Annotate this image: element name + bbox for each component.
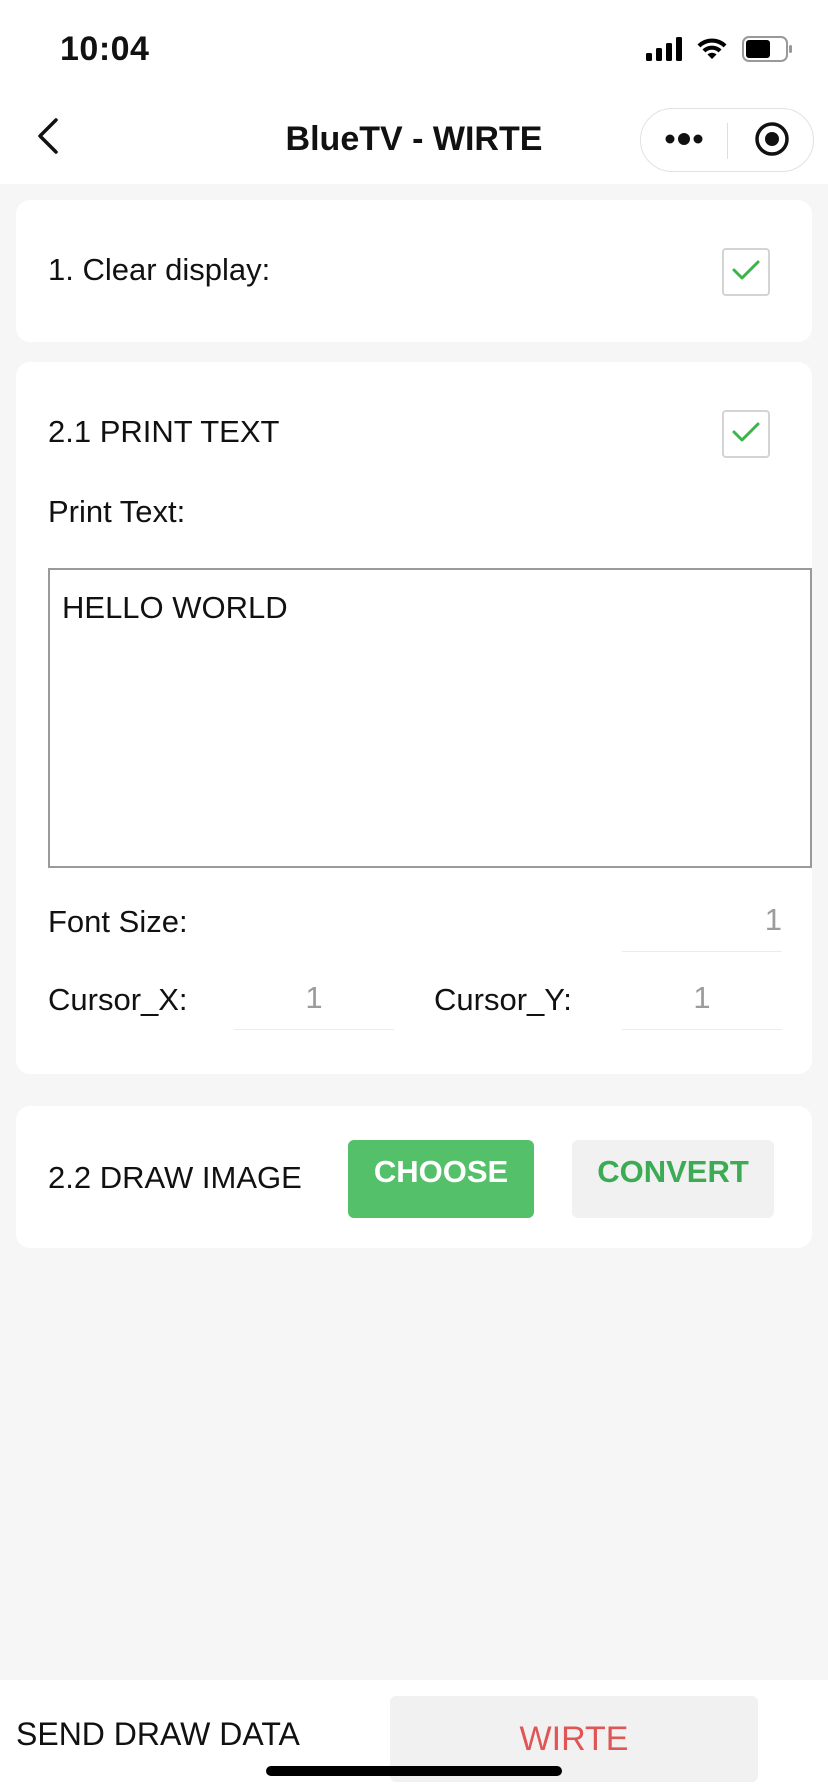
checkmark-icon xyxy=(731,420,761,449)
print-text-checkbox[interactable] xyxy=(722,410,770,458)
nav-bar: BlueTV - WIRTE xyxy=(0,96,828,184)
clear-display-label: 1. Clear display: xyxy=(48,252,271,287)
battery-icon xyxy=(742,36,794,67)
cursor-x-label: Cursor_X: xyxy=(48,982,188,1017)
draw-image-card: 2.2 DRAW IMAGE CHOOSE CONVERT xyxy=(16,1106,812,1248)
font-size-label: Font Size: xyxy=(48,904,188,939)
capsule-divider xyxy=(727,123,728,159)
clear-display-card: 1. Clear display: xyxy=(16,200,812,342)
cursor-x-input[interactable]: 1 xyxy=(234,980,394,1030)
print-text-textarea[interactable]: HELLO WORLD xyxy=(48,568,812,868)
status-icons xyxy=(646,36,794,67)
cursor-y-label: Cursor_Y: xyxy=(434,982,572,1017)
draw-image-section-title: 2.2 DRAW IMAGE xyxy=(48,1160,302,1195)
print-text-section-title: 2.1 PRINT TEXT xyxy=(48,414,280,449)
more-dots-icon xyxy=(664,132,704,150)
wifi-icon xyxy=(696,37,728,66)
close-button[interactable] xyxy=(729,109,815,173)
page: 10:04 BlueTV - WIRTE 1. Clear display: 2… xyxy=(0,0,828,1792)
status-bar: 10:04 xyxy=(0,0,828,96)
checkmark-icon xyxy=(731,258,761,287)
signal-icon xyxy=(646,37,682,66)
close-target-icon xyxy=(754,121,790,162)
home-indicator xyxy=(266,1766,562,1776)
print-text-card: 2.1 PRINT TEXT Print Text: HELLO WORLD F… xyxy=(16,362,812,1074)
status-time: 10:04 xyxy=(60,30,150,68)
font-size-input[interactable]: 1 xyxy=(622,902,782,952)
more-button[interactable] xyxy=(641,109,727,173)
capsule-menu xyxy=(640,108,814,172)
convert-button[interactable]: CONVERT xyxy=(572,1140,774,1218)
print-text-label: Print Text: xyxy=(48,494,186,529)
cursor-y-input[interactable]: 1 xyxy=(622,980,782,1030)
choose-button[interactable]: CHOOSE xyxy=(348,1140,534,1218)
clear-display-checkbox[interactable] xyxy=(722,248,770,296)
send-draw-data-label: SEND DRAW DATA xyxy=(16,1716,300,1752)
